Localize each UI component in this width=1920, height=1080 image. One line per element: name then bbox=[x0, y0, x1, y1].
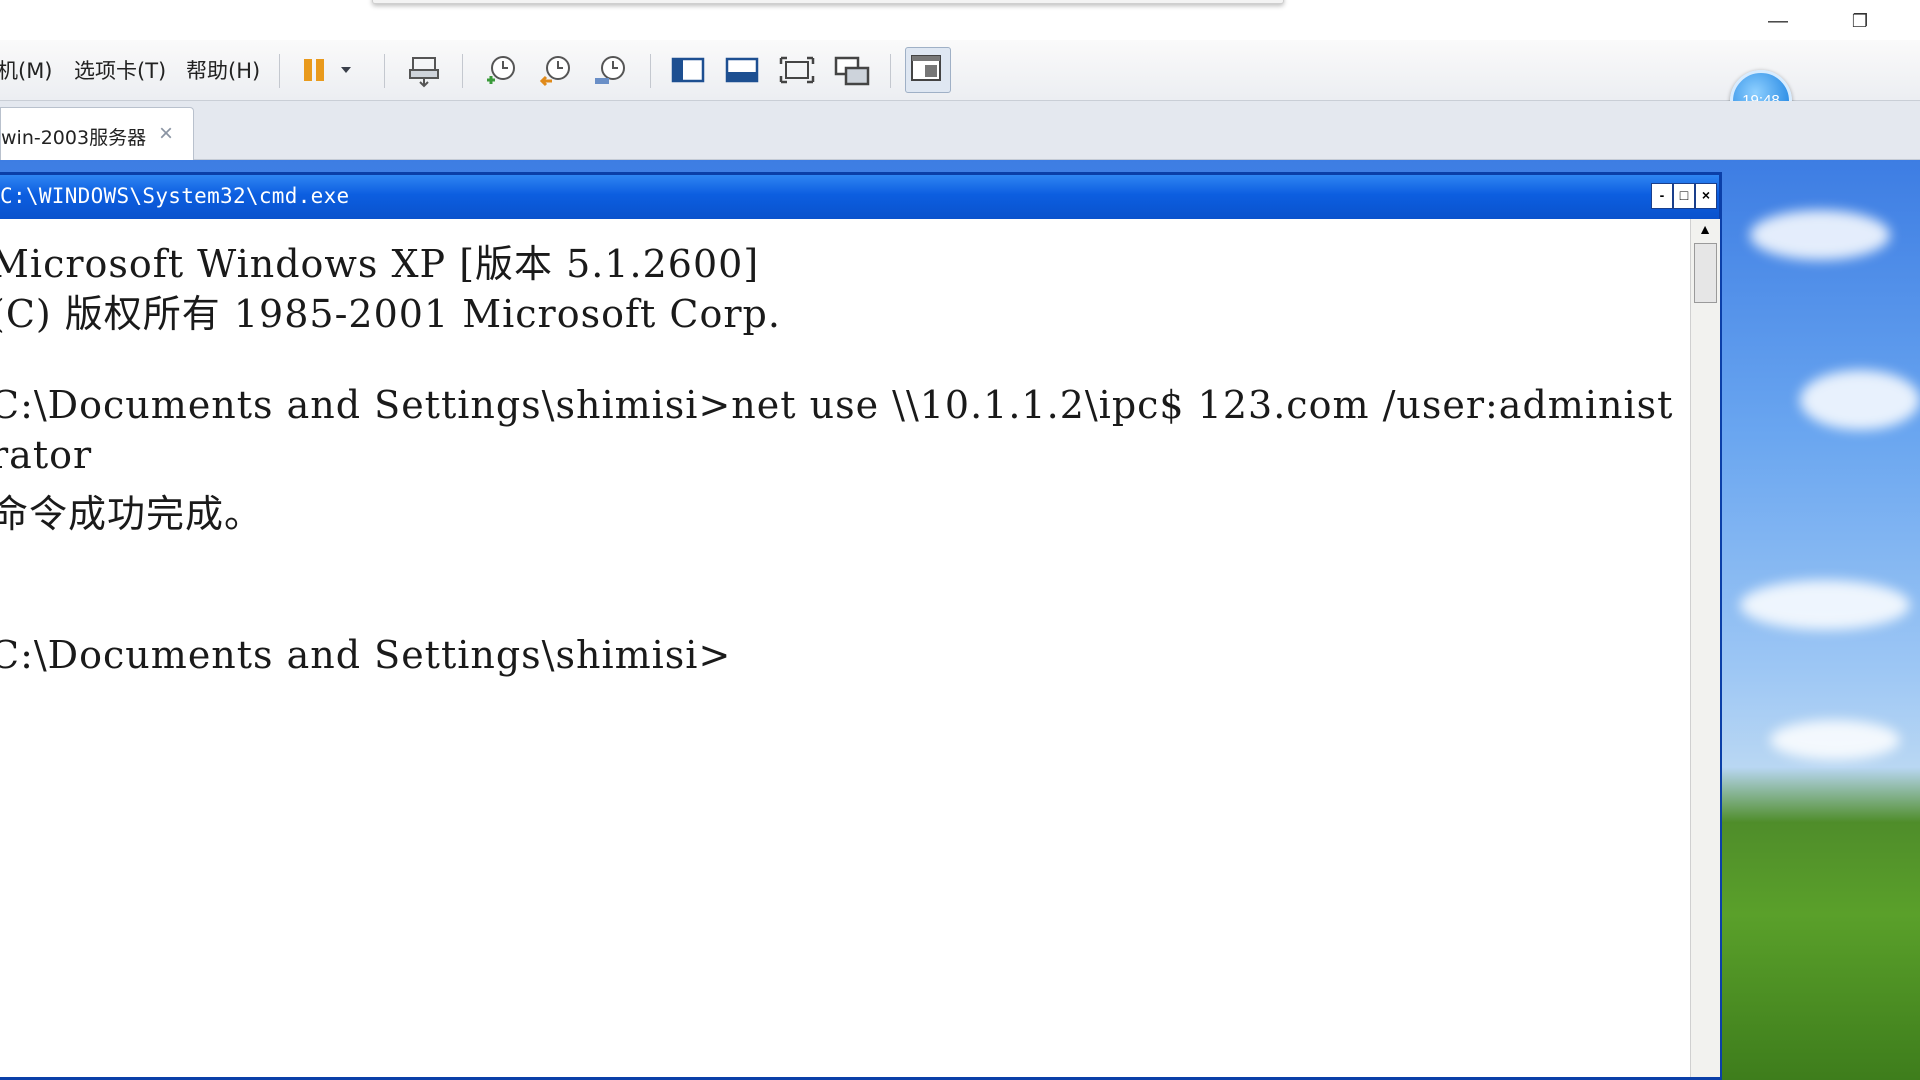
popup-edge bbox=[372, 0, 1284, 4]
scroll-up-icon[interactable]: ▲ bbox=[1694, 221, 1716, 241]
menu-tabs[interactable]: 选项卡(T) bbox=[74, 55, 166, 85]
snapshot-manager-icon[interactable] bbox=[591, 50, 631, 90]
show-library-icon[interactable] bbox=[668, 50, 708, 90]
show-thumbnail-bar-icon[interactable] bbox=[722, 50, 762, 90]
cloud bbox=[1740, 580, 1910, 630]
cmd-window[interactable]: C:\WINDOWS\System32\cmd.exe - □ × Micros… bbox=[0, 172, 1722, 1080]
toolbar-divider bbox=[384, 54, 385, 88]
cloud bbox=[1750, 210, 1890, 260]
console-line: rator bbox=[0, 433, 93, 477]
maximize-icon[interactable]: □ bbox=[1673, 183, 1695, 209]
cloud bbox=[1800, 370, 1920, 430]
close-icon[interactable]: × bbox=[159, 120, 173, 148]
toolbar-divider bbox=[890, 54, 891, 88]
fullscreen-icon[interactable] bbox=[777, 50, 817, 90]
minimize-button[interactable]: — bbox=[1755, 8, 1801, 34]
console-line: Microsoft Windows XP [版本 5.1.2600] bbox=[0, 242, 760, 286]
tab-win-2003[interactable]: win-2003服务器 × bbox=[0, 107, 194, 160]
send-ctrl-alt-del-icon[interactable] bbox=[404, 50, 444, 90]
console-view-icon[interactable] bbox=[905, 47, 951, 93]
vertical-scrollbar[interactable]: ▲ bbox=[1690, 219, 1720, 1077]
cloud bbox=[1770, 720, 1900, 760]
tab-label: win-2003服务器 bbox=[1, 127, 147, 149]
minimize-icon[interactable]: - bbox=[1651, 183, 1673, 209]
close-icon[interactable]: × bbox=[1695, 183, 1717, 209]
restore-button[interactable]: ❐ bbox=[1837, 8, 1883, 34]
cmd-titlebar[interactable]: C:\WINDOWS\System32\cmd.exe - □ × bbox=[0, 175, 1719, 219]
console-prompt: C:\Documents and Settings\shimisi> bbox=[0, 633, 732, 677]
toolbar-divider bbox=[462, 54, 463, 88]
toolbar-divider bbox=[279, 54, 280, 88]
toolbar-divider bbox=[650, 54, 651, 88]
console-line: 命令成功完成。 bbox=[0, 492, 264, 536]
dropdown-icon[interactable] bbox=[336, 50, 356, 90]
menu-help[interactable]: 帮助(H) bbox=[186, 55, 260, 85]
pause-icon[interactable] bbox=[296, 50, 336, 90]
vm-tab-bar: win-2003服务器 × bbox=[0, 101, 1920, 160]
console-output[interactable]: Microsoft Windows XP [版本 5.1.2600] (C) 版… bbox=[0, 219, 1690, 1077]
cmd-title: C:\WINDOWS\System32\cmd.exe bbox=[0, 184, 350, 208]
menu-machine[interactable]: 机(M) bbox=[0, 55, 53, 85]
vmware-toolbar: 机(M) 选项卡(T) 帮助(H) bbox=[0, 40, 1920, 101]
unity-icon[interactable] bbox=[832, 50, 872, 90]
console-line: (C) 版权所有 1985-2001 Microsoft Corp. bbox=[0, 292, 781, 336]
host-titlebar: — ❐ bbox=[0, 0, 1920, 40]
scroll-thumb[interactable] bbox=[1694, 243, 1717, 303]
snapshot-revert-icon[interactable] bbox=[536, 50, 576, 90]
console-line: C:\Documents and Settings\shimisi>net us… bbox=[0, 383, 1674, 427]
snapshot-take-icon[interactable] bbox=[481, 50, 521, 90]
